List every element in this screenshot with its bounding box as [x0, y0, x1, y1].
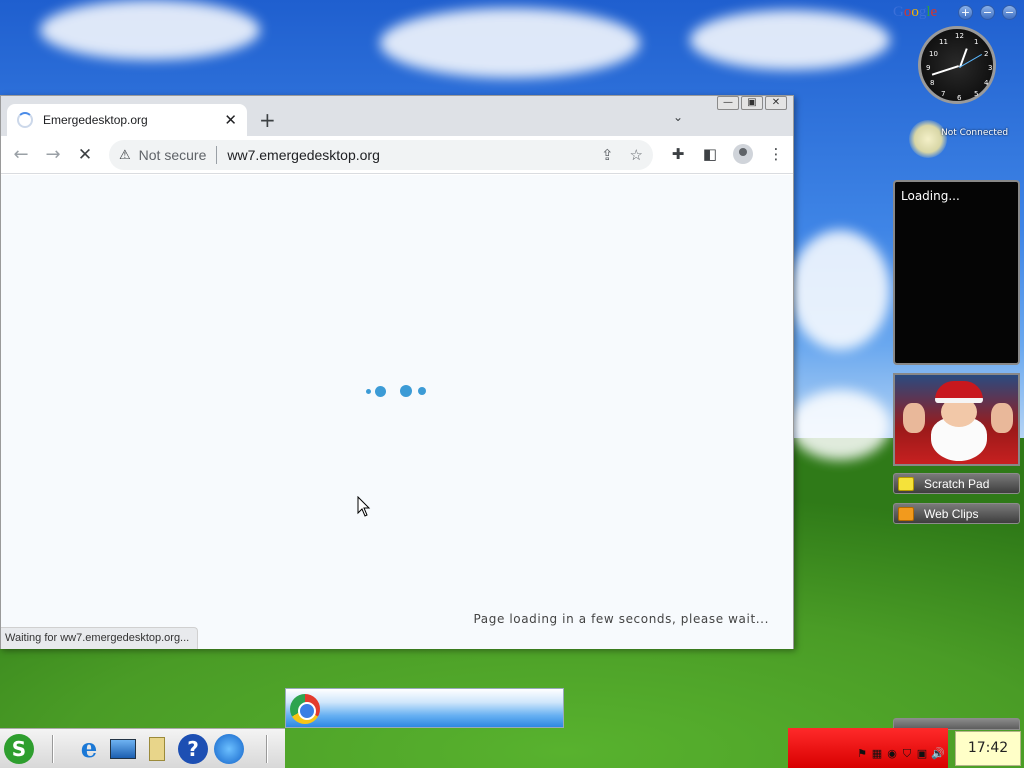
volume-icon[interactable]: 🔊 [931, 747, 945, 761]
internet-explorer-icon[interactable]: e [74, 734, 104, 764]
taskbar: S e ? [0, 728, 285, 768]
wallpaper-cloud [40, 0, 260, 60]
forward-button[interactable]: → [37, 144, 69, 165]
browser-tray-icon[interactable]: ◉ [886, 747, 898, 761]
chrome-taskbar-button[interactable] [285, 688, 564, 728]
page-content: Page loading in a few seconds, please wa… [1, 175, 793, 649]
scratch-pad-gadget[interactable]: Scratch Pad [893, 473, 1020, 494]
gadget-loading-label: Loading... [901, 189, 960, 203]
security-shield-icon[interactable]: ⛉ [901, 747, 913, 761]
rss-feed-icon [898, 506, 914, 521]
browser-window[interactable]: Emergedesktop.org ✕ + ⌄ — ▣ ✕ ← → ✕ ⚠ No… [0, 95, 794, 649]
tray-icons: ⚑ ▦ ◉ ⛉ ▣ 🔊 [856, 747, 945, 761]
tab-close-icon[interactable]: ✕ [224, 111, 237, 129]
sidebar-minimize-button[interactable]: − [1002, 5, 1017, 20]
google-sidebar-logo[interactable]: Google [893, 4, 937, 21]
flag-icon[interactable]: ⚑ [856, 747, 868, 761]
web-clips-gadget[interactable]: Web Clips [893, 503, 1020, 524]
loading-gadget[interactable]: Loading... [893, 180, 1020, 365]
wallpaper-cloud [790, 230, 890, 350]
maximize-button[interactable]: ▣ [741, 96, 763, 110]
loading-message: Page loading in a few seconds, please wa… [473, 612, 769, 626]
santa-hand-left [903, 403, 925, 433]
sidebar-menu-button[interactable]: − [980, 5, 995, 20]
tab-strip: Emergedesktop.org ✕ + ⌄ — ▣ ✕ [1, 96, 793, 136]
chrome-icon [290, 694, 320, 724]
weather-sun-icon [909, 120, 947, 158]
tab-emergedesktop[interactable]: Emergedesktop.org ✕ [7, 104, 247, 136]
wallpaper-cloud [690, 10, 890, 70]
omnibox-divider [216, 146, 218, 164]
taskbar-separator [52, 735, 54, 763]
loading-dots-icon [366, 385, 426, 397]
tab-title: Emergedesktop.org [43, 113, 148, 127]
new-tab-button[interactable]: + [259, 108, 276, 132]
notepad-icon [898, 476, 914, 491]
connection-status: Not Connected [941, 128, 1009, 138]
browser-toolbar: ← → ✕ ⚠ Not secure ww7.emergedesktop.org… [1, 136, 793, 174]
network-icon[interactable]: ▣ [916, 747, 928, 761]
taskbar-clock[interactable]: 17:42 [955, 731, 1021, 766]
photo-gadget-santa[interactable] [893, 373, 1020, 466]
close-window-button[interactable]: ✕ [765, 96, 787, 110]
status-bubble: Waiting for ww7.emergedesktop.org... [1, 627, 199, 649]
window-controls: — ▣ ✕ [717, 96, 787, 112]
wallpaper-cloud [790, 390, 890, 460]
taskbar-separator [266, 735, 268, 763]
bookmark-star-icon[interactable]: ☆ [630, 146, 643, 164]
warning-icon[interactable]: ⚠ [119, 147, 131, 163]
tab-search-chevron-down-icon[interactable]: ⌄ [673, 110, 683, 124]
side-panel-icon[interactable]: ◧ [701, 145, 719, 163]
menu-kebab-icon[interactable]: ⋮ [767, 145, 785, 163]
profile-avatar-icon[interactable] [733, 144, 753, 164]
mouse-cursor-icon [357, 496, 371, 517]
extensions-puzzle-icon[interactable]: ✚ [669, 145, 687, 163]
santa-hand-right [991, 403, 1013, 433]
scratch-pad-label: Scratch Pad [924, 476, 990, 491]
security-status[interactable]: Not secure [139, 147, 207, 163]
clock-minute-hand [931, 65, 959, 76]
address-bar[interactable]: ⚠ Not secure ww7.emergedesktop.org ⇪ ☆ [109, 140, 653, 170]
globe-icon[interactable] [214, 734, 244, 764]
emerge-start-icon[interactable]: S [4, 734, 34, 764]
tab-loading-spinner-icon [17, 112, 33, 128]
url-text[interactable]: ww7.emergedesktop.org [227, 147, 585, 163]
show-desktop-icon[interactable] [108, 734, 138, 764]
folder-icon[interactable] [142, 734, 172, 764]
santa-hat [935, 381, 983, 403]
minimize-button[interactable]: — [717, 96, 739, 110]
share-icon[interactable]: ⇪ [601, 146, 614, 164]
stop-loading-button[interactable]: ✕ [69, 145, 101, 165]
wallpaper-cloud [380, 8, 640, 78]
back-button[interactable]: ← [5, 144, 37, 165]
printer-icon[interactable]: ▦ [871, 747, 883, 761]
toolbar-actions: ✚ ◧ ⋮ [669, 144, 785, 164]
help-icon[interactable]: ? [178, 734, 208, 764]
web-clips-label: Web Clips [924, 506, 979, 521]
add-gadget-button[interactable]: + [958, 5, 973, 20]
clock-gadget[interactable]: 12 1 2 3 4 5 6 7 8 9 10 11 [918, 26, 996, 104]
